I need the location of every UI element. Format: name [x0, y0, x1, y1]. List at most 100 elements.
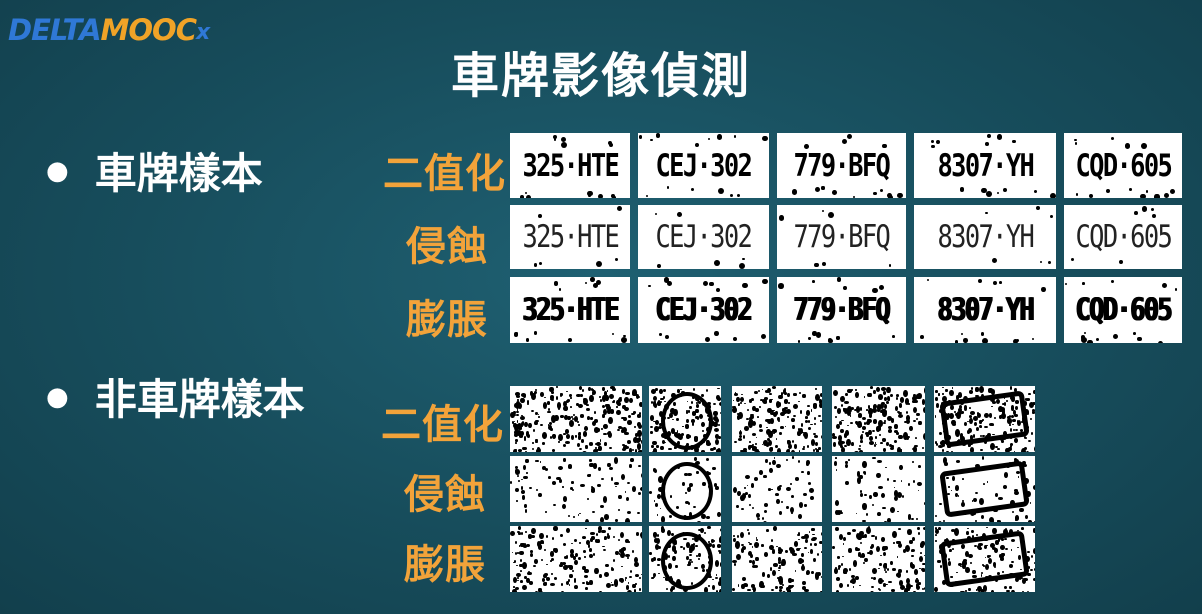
noise-speck — [801, 535, 806, 539]
noise-speck — [923, 501, 925, 505]
noise-speck — [580, 394, 583, 398]
noise-speck — [889, 447, 894, 450]
noise-speck — [803, 445, 805, 448]
noise-speck — [711, 584, 716, 591]
noise-speck — [584, 518, 589, 522]
noise-speck — [523, 565, 526, 569]
noise-speck — [539, 461, 542, 463]
noise-speck — [905, 410, 909, 415]
noise-speck — [786, 440, 790, 443]
noise-speck — [967, 528, 969, 530]
noise-speck — [654, 544, 659, 551]
noise-speck — [525, 338, 530, 342]
non-plate-image — [649, 456, 721, 522]
noise-speck — [638, 401, 642, 407]
noise-speck — [521, 494, 526, 500]
noise-speck — [917, 527, 920, 531]
noise-speck — [778, 484, 782, 487]
noise-speck — [524, 421, 528, 427]
noise-speck — [612, 400, 615, 402]
noise-speck — [894, 424, 898, 429]
noise-speck — [528, 422, 532, 429]
noise-speck — [719, 535, 721, 539]
noise-speck — [906, 418, 911, 425]
noise-speck — [589, 395, 594, 403]
noise-speck — [733, 135, 737, 138]
noise-speck — [897, 451, 901, 452]
noise-speck — [1026, 590, 1030, 592]
noise-speck — [735, 553, 741, 560]
noise-speck — [771, 488, 774, 491]
noise-speck — [775, 437, 778, 441]
noise-speck — [799, 409, 803, 414]
noise-speck — [514, 540, 517, 544]
noise-speck — [654, 503, 659, 508]
noise-speck — [1031, 337, 1035, 341]
noise-speck — [846, 438, 851, 447]
noise-speck — [650, 558, 654, 562]
noise-speck — [741, 576, 746, 581]
noise-speck — [1011, 139, 1016, 144]
noise-speck — [858, 445, 861, 448]
noise-speck — [710, 448, 714, 452]
noise-speck — [876, 511, 881, 516]
noise-speck — [775, 586, 778, 590]
noise-speck — [631, 412, 635, 416]
noise-speck — [778, 569, 781, 572]
noise-speck — [1080, 337, 1087, 343]
noise-speck — [917, 582, 922, 585]
noise-speck — [560, 136, 566, 143]
noise-speck — [713, 411, 718, 417]
noise-speck — [778, 283, 784, 289]
noise-speck — [712, 543, 716, 549]
noise-speck — [618, 538, 621, 541]
noise-speck — [942, 392, 944, 396]
noise-speck — [833, 442, 836, 447]
noise-speck — [555, 396, 559, 400]
noise-speck — [742, 282, 749, 289]
noise-speck — [778, 394, 783, 399]
noise-speck — [896, 541, 900, 544]
bullet-dot-icon: ● — [46, 155, 69, 186]
noise-speck — [809, 548, 814, 554]
noise-speck — [854, 575, 859, 580]
noise-speck — [960, 590, 964, 592]
noise-speck — [810, 409, 813, 412]
noise-speck — [588, 442, 593, 446]
noise-speck — [561, 583, 564, 586]
noise-speck — [868, 441, 874, 445]
noise-speck — [595, 446, 597, 450]
noise-speck — [845, 393, 848, 397]
non-plate-image — [649, 526, 721, 592]
noise-speck — [836, 556, 840, 559]
noise-speck — [748, 560, 752, 563]
noise-speck — [600, 427, 603, 430]
noise-speck — [893, 495, 898, 501]
noise-speck — [559, 393, 562, 397]
noise-speck — [1028, 393, 1031, 395]
noise-speck — [913, 419, 917, 422]
noise-speck — [883, 551, 887, 556]
noise-speck — [621, 565, 624, 568]
noise-speck — [567, 464, 573, 470]
noise-speck — [793, 393, 798, 396]
noise-speck — [511, 551, 514, 554]
noise-speck — [618, 495, 622, 499]
noise-speck — [713, 539, 716, 542]
noise-speck — [739, 531, 744, 539]
noise-speck — [658, 573, 660, 575]
noise-speck — [1015, 338, 1019, 342]
noise-speck — [590, 277, 595, 282]
noise-speck — [818, 540, 822, 545]
noise-speck — [552, 536, 555, 540]
noise-speck — [532, 429, 535, 433]
noise-speck — [592, 389, 595, 391]
noise-speck — [597, 484, 601, 488]
noise-speck — [931, 140, 935, 144]
noise-speck — [804, 589, 809, 592]
noise-speck — [584, 281, 588, 284]
noise-speck — [918, 531, 921, 536]
noise-speck — [880, 492, 885, 498]
noise-speck — [581, 535, 587, 539]
noise-speck — [889, 506, 895, 513]
